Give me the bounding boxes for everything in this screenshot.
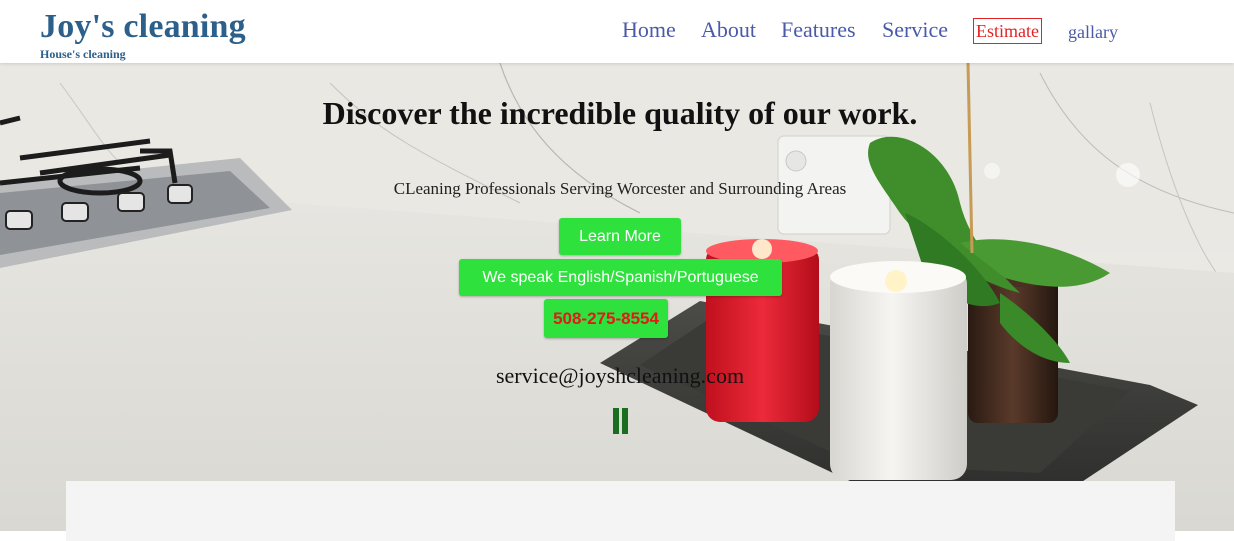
content-panel	[66, 481, 1175, 541]
hero-email[interactable]: service@joyshcleaning.com	[0, 363, 1234, 389]
hero-subheading: CLeaning Professionals Serving Worcester…	[393, 179, 847, 198]
brand-subtitle: House's cleaning	[40, 47, 126, 61]
nav-gallary-link[interactable]: gallary	[1068, 21, 1118, 43]
nav-service-link[interactable]: Service	[882, 17, 948, 43]
nav-about-link[interactable]: About	[701, 17, 756, 43]
nav-estimate-link[interactable]: Estimate	[973, 18, 1042, 44]
learn-more-button[interactable]: Learn More	[559, 218, 681, 255]
languages-button[interactable]: We speak English/Spanish/Portuguese	[459, 259, 782, 296]
hero-heading: Discover the incredible quality of our w…	[322, 95, 918, 131]
pause-icon[interactable]	[613, 408, 629, 434]
hero-background-image	[0, 63, 1234, 531]
hero-section: Discover the incredible quality of our w…	[0, 63, 1234, 531]
site-header: Joy's cleaning House's cleaning Home Abo…	[0, 0, 1234, 63]
nav-home-link[interactable]: Home	[622, 17, 676, 43]
brand-title[interactable]: Joy's cleaning	[40, 8, 246, 46]
nav-features-link[interactable]: Features	[781, 17, 856, 43]
phone-button[interactable]: 508-275-8554	[544, 299, 668, 338]
